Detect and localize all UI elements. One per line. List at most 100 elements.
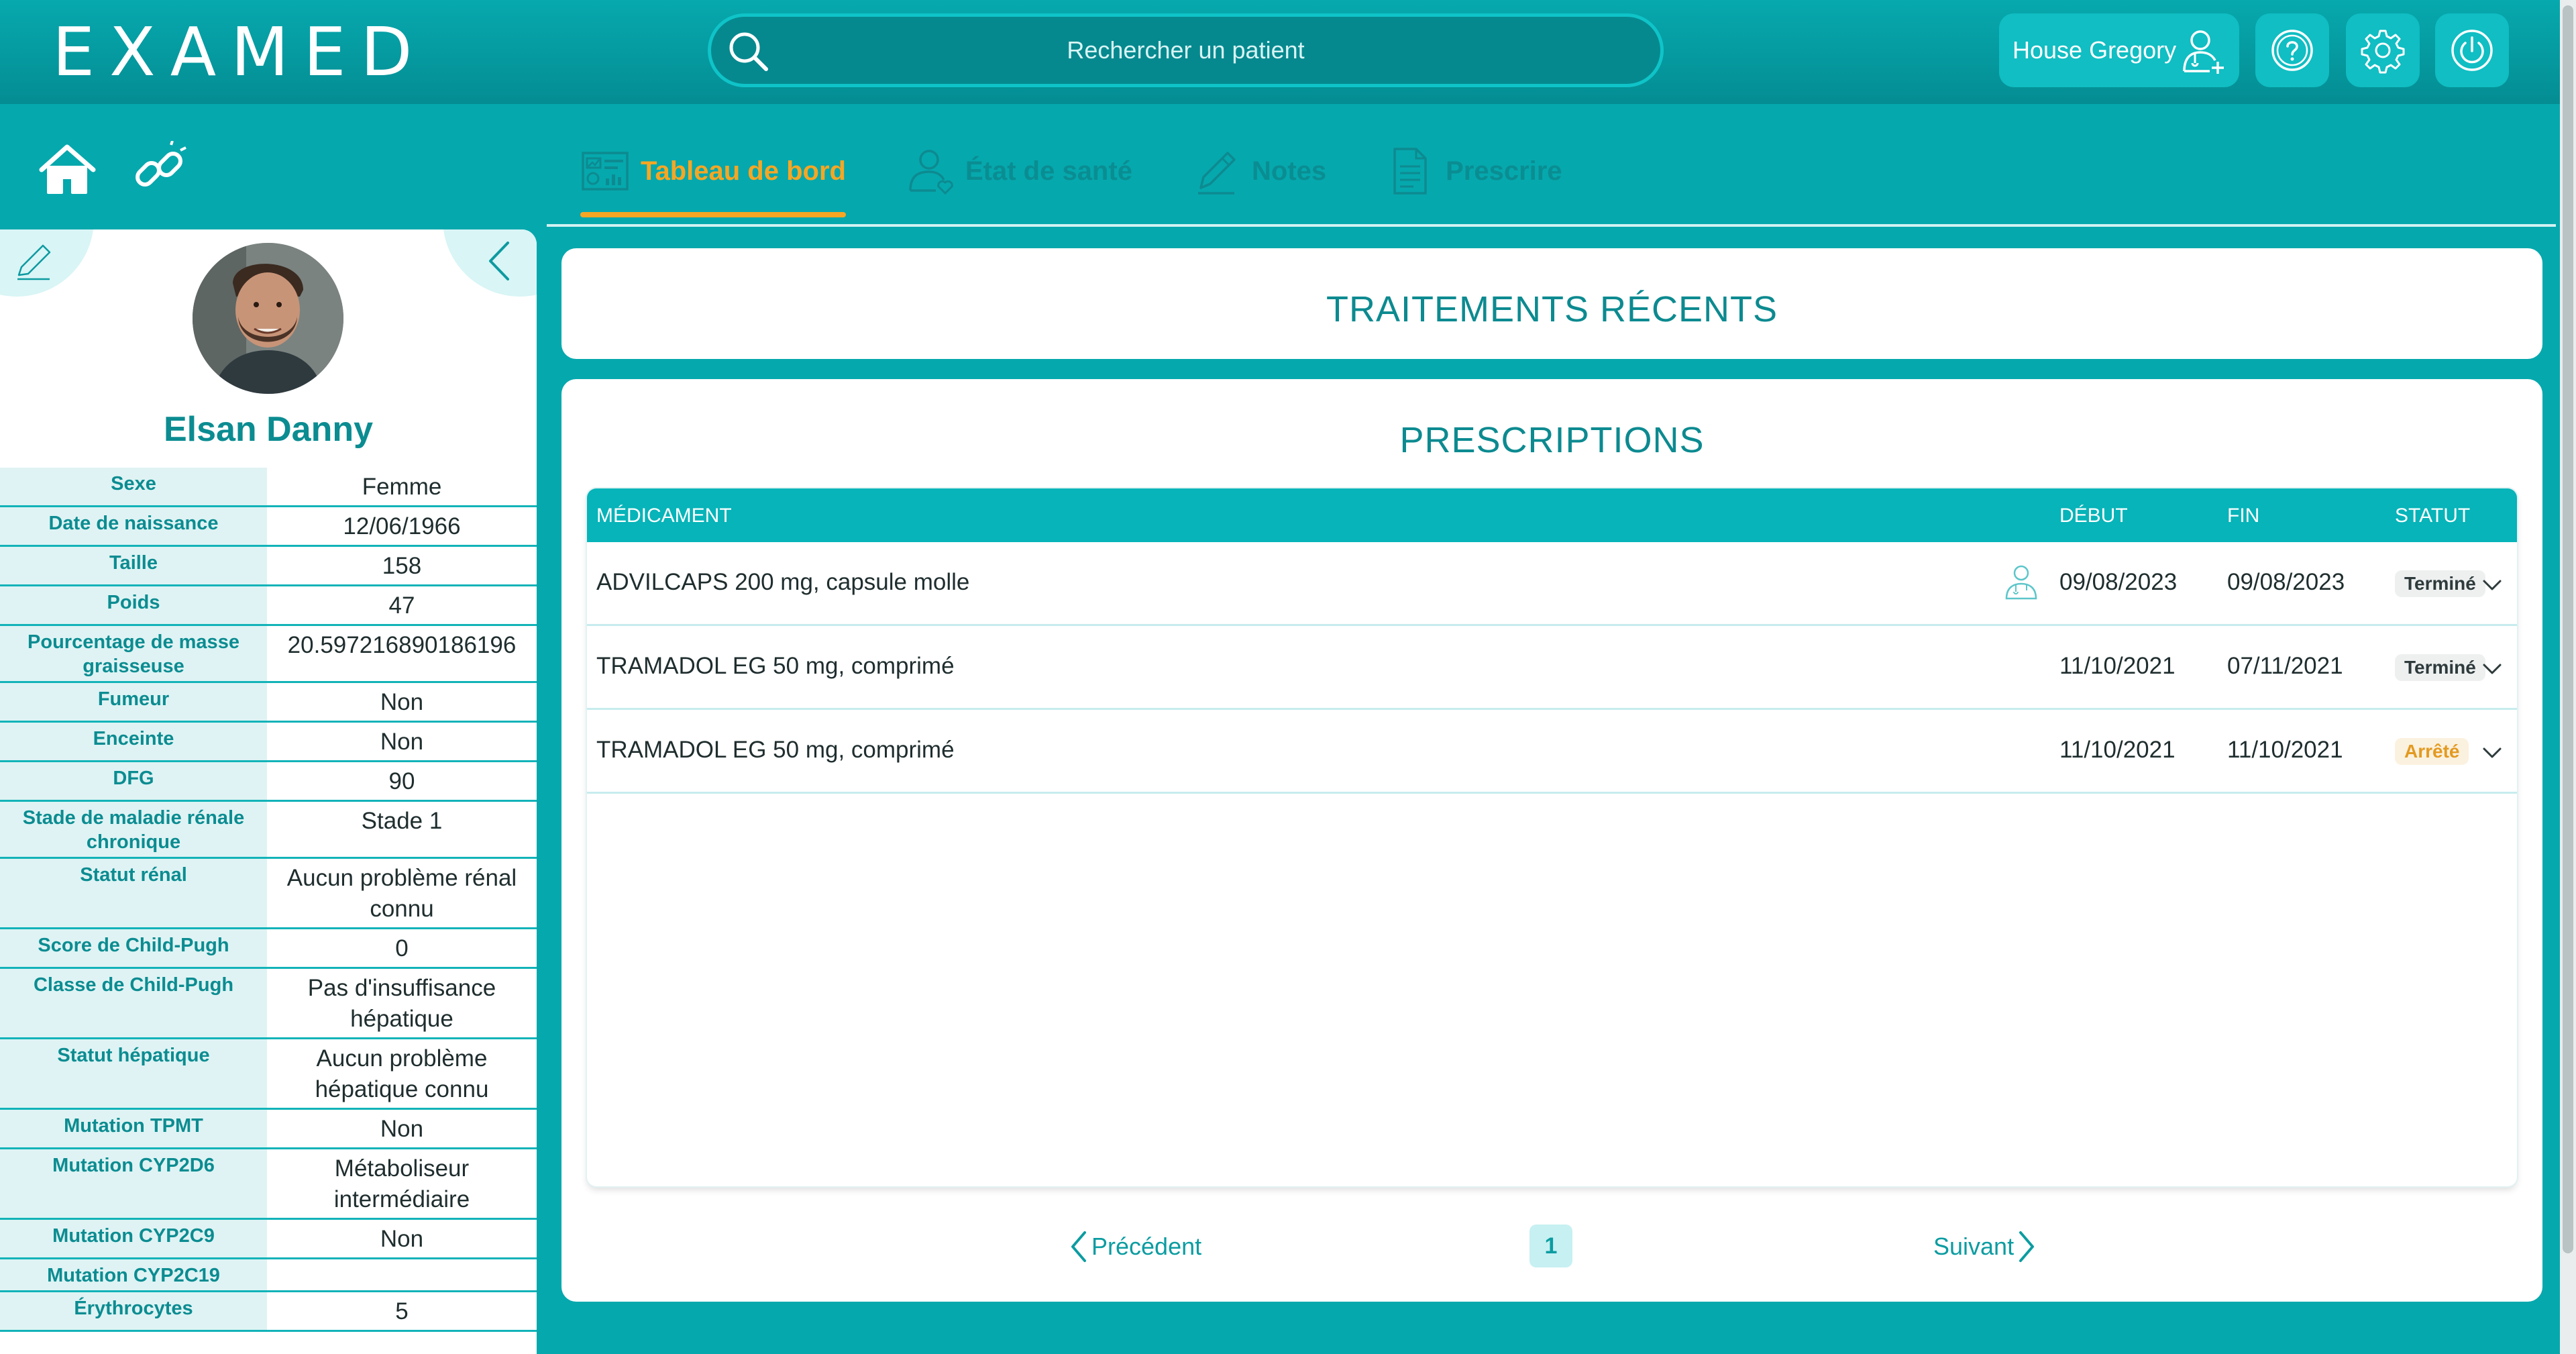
health-icon [909,150,953,195]
recent-treatments-title: TRAITEMENTS RÉCENTS [1326,289,1778,329]
info-label: Mutation CYP2C19 [0,1258,267,1292]
debut-cell: 11/10/2021 [2059,653,2176,679]
info-row: Poids 47 [0,585,537,626]
info-row: Statut hépatique Aucun problème hépatique… [0,1038,537,1110]
info-value: 5 [267,1291,537,1332]
info-row: Mutation CYP2C9 Non [0,1218,537,1259]
col-fin[interactable]: FIN [2227,505,2259,527]
info-value: Aucun problème rénal connu [267,857,537,929]
help-icon [2271,30,2313,71]
chevron-down-icon[interactable] [2480,741,2504,765]
medicament-cell: TRAMADOL EG 50 mg, comprimé [596,653,955,679]
col-medicament[interactable]: MÉDICAMENT [596,505,732,527]
pagination: Précédent 1 Suivant [561,1225,2542,1271]
document-icon [1393,148,1427,195]
info-row: Taille 158 [0,545,537,586]
main-tabs: Tableau de bord État de santé Notes Pres… [580,134,1621,221]
help-button[interactable] [2255,13,2329,87]
chevron-right-icon [2019,1231,2035,1262]
status-badge: Terminé [2395,570,2485,597]
chevron-left-icon [1071,1231,1086,1262]
chevron-left-icon[interactable] [480,239,520,283]
page-scrollbar[interactable] [2560,0,2576,1354]
info-row: Mutation TPMT Non [0,1108,537,1149]
tab-dashboard-label: Tableau de bord [641,156,846,186]
gear-icon [2361,30,2405,74]
table-row[interactable]: ADVILCAPS 200 mg, capsule molle 09/08/202… [587,542,2517,626]
chevron-down-icon[interactable] [2480,573,2504,597]
info-row: Stade de maladie rénale chronique Stade 1 [0,800,537,859]
pencil-icon [1197,152,1236,195]
table-row[interactable]: TRAMADOL EG 50 mg, comprimé 11/10/2021 07/… [587,626,2517,710]
info-value: 20.597216890186196 [267,625,537,683]
info-label: Fumeur [0,682,267,723]
dashboard-icon [582,152,629,191]
col-debut[interactable]: DÉBUT [2059,505,2128,527]
top-bar: EXAMED House Gregory [0,0,2576,104]
previous-button[interactable]: Précédent [1065,1229,1201,1265]
tab-health-status[interactable]: État de santé [905,134,1132,208]
table-row[interactable]: TRAMADOL EG 50 mg, comprimé 11/10/2021 11/… [587,710,2517,794]
info-value: Aucun problème hépatique connu [267,1038,537,1110]
info-row: Érythrocytes 5 [0,1291,537,1332]
info-label: Stade de maladie rénale chronique [0,800,267,859]
tab-prescribe-label: Prescrire [1446,156,1562,186]
chevron-down-icon[interactable] [2480,657,2504,681]
info-label: Pourcentage de masse graisseuse [0,625,267,683]
doctor-icon[interactable] [2001,562,2041,603]
scrollbar-thumb[interactable] [2563,5,2573,1253]
info-row: Statut rénal Aucun problème rénal connu [0,857,537,929]
avatar [193,243,343,394]
tab-prescribe[interactable]: Prescrire [1385,134,1562,208]
info-row: Enceinte Non [0,721,537,762]
tab-dashboard[interactable]: Tableau de bord [580,134,846,217]
fin-cell: 09/08/2023 [2227,569,2345,595]
info-value: 47 [267,585,537,626]
tab-health-label: État de santé [965,156,1132,186]
tab-notes[interactable]: Notes [1191,134,1326,208]
search-input[interactable] [883,36,1488,64]
doctor-add-icon [2183,30,2224,74]
info-value: 90 [267,761,537,802]
patient-search[interactable] [708,13,1664,87]
info-row: Pourcentage de masse graisseuse 20.597216… [0,625,537,683]
page-number[interactable]: 1 [1529,1225,1572,1267]
link-icon[interactable] [131,141,188,198]
next-label: Suivant [1933,1233,2015,1260]
patient-sidebar: Elsan Danny Sexe Femme Date de naissance 12… [0,229,537,1354]
edit-icon[interactable] [13,242,54,282]
info-label: Taille [0,545,267,586]
info-value: Non [267,1108,537,1149]
patient-info-table: Sexe Femme Date de naissance 12/06/1966 Tail… [0,468,537,1332]
info-row: Fumeur Non [0,682,537,723]
info-value: 158 [267,545,537,586]
info-row: Date de naissance 12/06/1966 [0,506,537,547]
info-label: Statut rénal [0,857,267,929]
info-value: Métaboliseur intermédiaire [267,1148,537,1220]
user-button[interactable]: House Gregory [1999,13,2239,87]
info-value: Pas d'insuffisance hépatique [267,968,537,1039]
info-label: Érythrocytes [0,1291,267,1332]
settings-button[interactable] [2346,13,2420,87]
prescriptions-title: PRESCRIPTIONS [1399,420,1705,460]
info-row: Sexe Femme [0,468,537,507]
col-statut[interactable]: STATUT [2395,505,2470,527]
info-value: Non [267,721,537,762]
home-icon[interactable] [39,143,96,197]
status-badge: Terminé [2395,654,2485,681]
search-icon[interactable] [726,29,771,74]
next-button[interactable]: Suivant [1933,1229,2041,1265]
logout-button[interactable] [2435,13,2509,87]
recent-treatments-card: TRAITEMENTS RÉCENTS [561,248,2542,359]
debut-cell: 11/10/2021 [2059,737,2176,763]
tab-notes-label: Notes [1251,156,1327,186]
fin-cell: 07/11/2021 [2227,653,2343,679]
info-label: Classe de Child-Pugh [0,968,267,1039]
info-label: Mutation TPMT [0,1108,267,1149]
tabs-underline [547,224,2556,227]
info-label: DFG [0,761,267,802]
patient-name: Elsan Danny [163,410,374,449]
app-logo[interactable]: EXAMED [52,13,427,91]
info-label: Date de naissance [0,506,267,547]
debut-cell: 09/08/2023 [2059,569,2178,595]
